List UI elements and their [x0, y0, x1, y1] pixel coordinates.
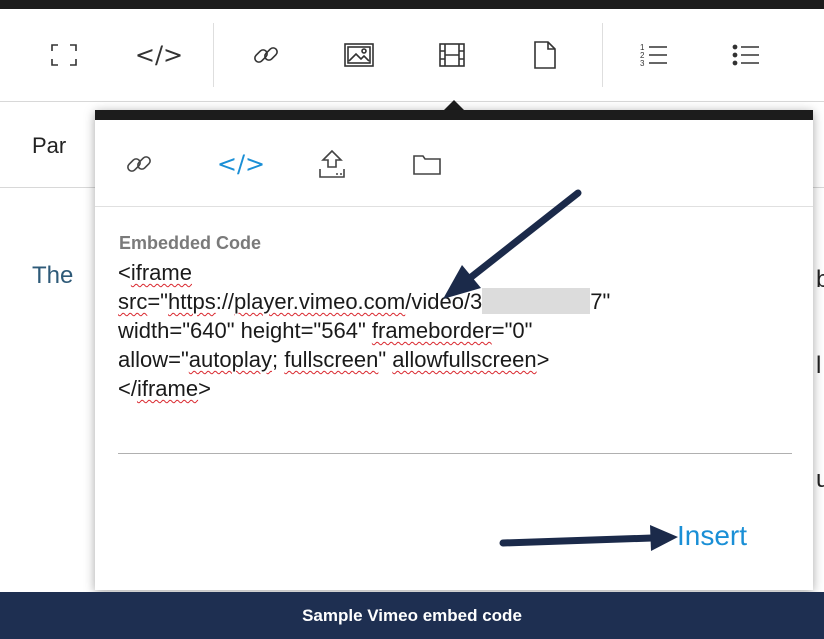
- field-underline: [118, 453, 792, 454]
- code-line: width="640" height="564" frameborder="0": [118, 318, 533, 343]
- link-icon[interactable]: [117, 142, 161, 186]
- popup-tabs: </>: [95, 120, 813, 207]
- editor-toolbar: </> 1 2 3: [0, 9, 824, 102]
- toolbar-divider: [602, 23, 603, 87]
- embed-popup: </> Embedded Code <iframe src="https://p…: [95, 110, 813, 590]
- code-line: allow="autoplay; fullscreen" allowfullsc…: [118, 347, 550, 372]
- caption-text: Sample Vimeo embed code: [302, 605, 522, 625]
- code-line: </iframe>: [118, 376, 211, 401]
- redacted-video-id: [482, 288, 591, 314]
- image-icon[interactable]: [337, 33, 381, 77]
- caption-bar: Sample Vimeo embed code: [0, 592, 824, 639]
- upload-icon[interactable]: [310, 142, 354, 186]
- insert-button[interactable]: Insert: [677, 520, 747, 552]
- popup-caret: [444, 100, 464, 110]
- folder-icon[interactable]: [405, 142, 449, 186]
- background-text-fragment: b: [816, 266, 824, 293]
- toolbar-divider: [213, 23, 214, 87]
- code-line: <iframe: [118, 260, 192, 285]
- film-icon[interactable]: [430, 33, 474, 77]
- file-icon[interactable]: [523, 33, 567, 77]
- ordered-list-icon[interactable]: 1 2 3: [632, 33, 676, 77]
- svg-text:3: 3: [640, 59, 645, 68]
- link-icon[interactable]: [244, 33, 288, 77]
- embed-code-field[interactable]: <iframe src="https://player.vimeo.com/vi…: [118, 258, 798, 403]
- background-text: The: [32, 262, 74, 289]
- background-text-fragment: u: [816, 466, 824, 493]
- unordered-list-icon[interactable]: [724, 33, 768, 77]
- code-icon[interactable]: </>: [135, 33, 183, 77]
- code-line: src="https://player.vimeo.com/video/3 7": [118, 288, 611, 314]
- paragraph-format-label[interactable]: Par: [32, 133, 66, 159]
- field-label: Embedded Code: [119, 233, 262, 253]
- fullscreen-icon[interactable]: [42, 33, 86, 77]
- code-icon[interactable]: </>: [217, 142, 265, 186]
- background-text-fragment: l: [816, 352, 822, 379]
- top-bar: [0, 0, 824, 9]
